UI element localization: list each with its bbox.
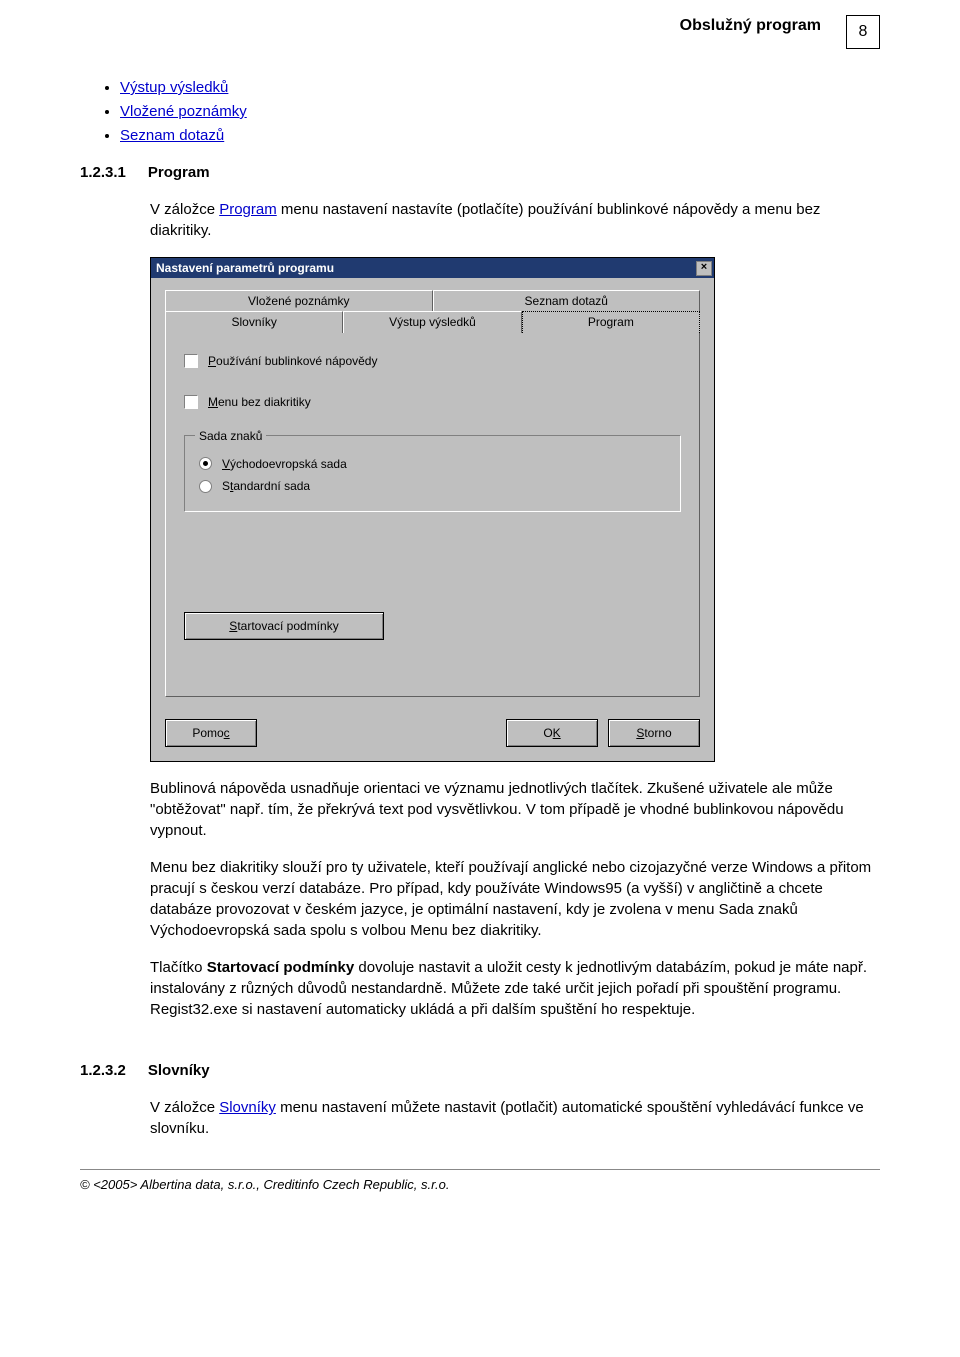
link-seznam-dotazu[interactable]: Seznam dotazů [120,127,224,144]
paragraph-start-conditions: Tlačítko Startovací podmínky dovoluje na… [150,957,880,1020]
checkbox-menu-no-diacritics[interactable] [184,395,198,409]
charset-group: Sada znaků Východoevropská sadaVýchodoev… [184,435,681,513]
dialog-title: Nastavení parametrů programu [156,260,334,277]
dialog-titlebar: Nastavení parametrů programu × [151,258,714,278]
tab-vystup-vysledku[interactable]: Výstup výsledků [343,311,521,333]
section-title-2: Slovníky [148,1060,210,1081]
section-num: 1.2.3.1 [80,162,126,183]
page-footer: © <2005> Albertina data, s.r.o., Crediti… [80,1169,880,1206]
link-slovniky[interactable]: Slovníky [219,1099,276,1116]
settings-dialog: Nastavení parametrů programu × Vložené p… [150,257,715,762]
checkbox-menu-no-diacritics-label: Menu bez diakritikyMenu bez diakritiky [208,394,311,411]
checkbox-bubble-help[interactable] [184,354,198,368]
page-number: 8 [846,15,880,49]
paragraph-menu-diacritics: Menu bez diakritiky slouží pro ty uživat… [150,857,880,941]
start-conditions-button[interactable]: Startovací podmínkyStartovací podmínky [184,612,384,640]
cancel-button[interactable]: StornoStorno [608,719,700,747]
section-intro: V záložce Program menu nastavení nastaví… [150,199,880,241]
radio-standard-label: Standardní sadaStandardní sada [222,478,310,495]
tab-program[interactable]: Program [522,311,700,333]
paragraph-bubble-help: Bublinová nápověda usnadňuje orientaci v… [150,778,880,841]
section-heading-slovniky: 1.2.3.2 Slovníky [80,1060,880,1081]
section-title: Program [148,162,210,183]
ok-button[interactable]: OKOK [506,719,598,747]
tab-panel: PPoužívání bublinkové nápovědyoužívání b… [165,333,700,697]
close-icon[interactable]: × [696,261,712,276]
link-vystup-vysledku[interactable]: Výstup výsledků [120,79,228,96]
tab-seznam-dotazu[interactable]: Seznam dotazů [433,290,701,312]
tab-vlozene-poznamky[interactable]: Vložené poznámky [165,290,433,312]
checkbox-bubble-help-label: PPoužívání bublinkové nápovědyoužívání b… [208,353,377,370]
slovniky-body: V záložce Slovníky menu nastavení můžete… [150,1097,880,1139]
link-vlozene-poznamky[interactable]: Vložené poznámky [120,103,247,120]
tab-strip: Vložené poznámky Seznam dotazů Slovníky … [165,290,700,697]
link-program[interactable]: Program [219,201,277,218]
group-title: Sada znaků [195,428,266,445]
bullet-list: Výstup výsledků Vložené poznámky Seznam … [120,77,880,146]
header-title: Obslužný program [680,15,821,37]
radio-standard[interactable] [199,480,212,493]
tab-slovniky[interactable]: Slovníky [165,311,343,333]
radio-eastern-label: Východoevropská sadaVýchodoevropská sada [222,456,347,473]
help-button[interactable]: PomocPomoc [165,719,257,747]
radio-eastern[interactable] [199,457,212,470]
section-heading-program: 1.2.3.1 Program [80,162,880,183]
section-num-2: 1.2.3.2 [80,1060,126,1081]
